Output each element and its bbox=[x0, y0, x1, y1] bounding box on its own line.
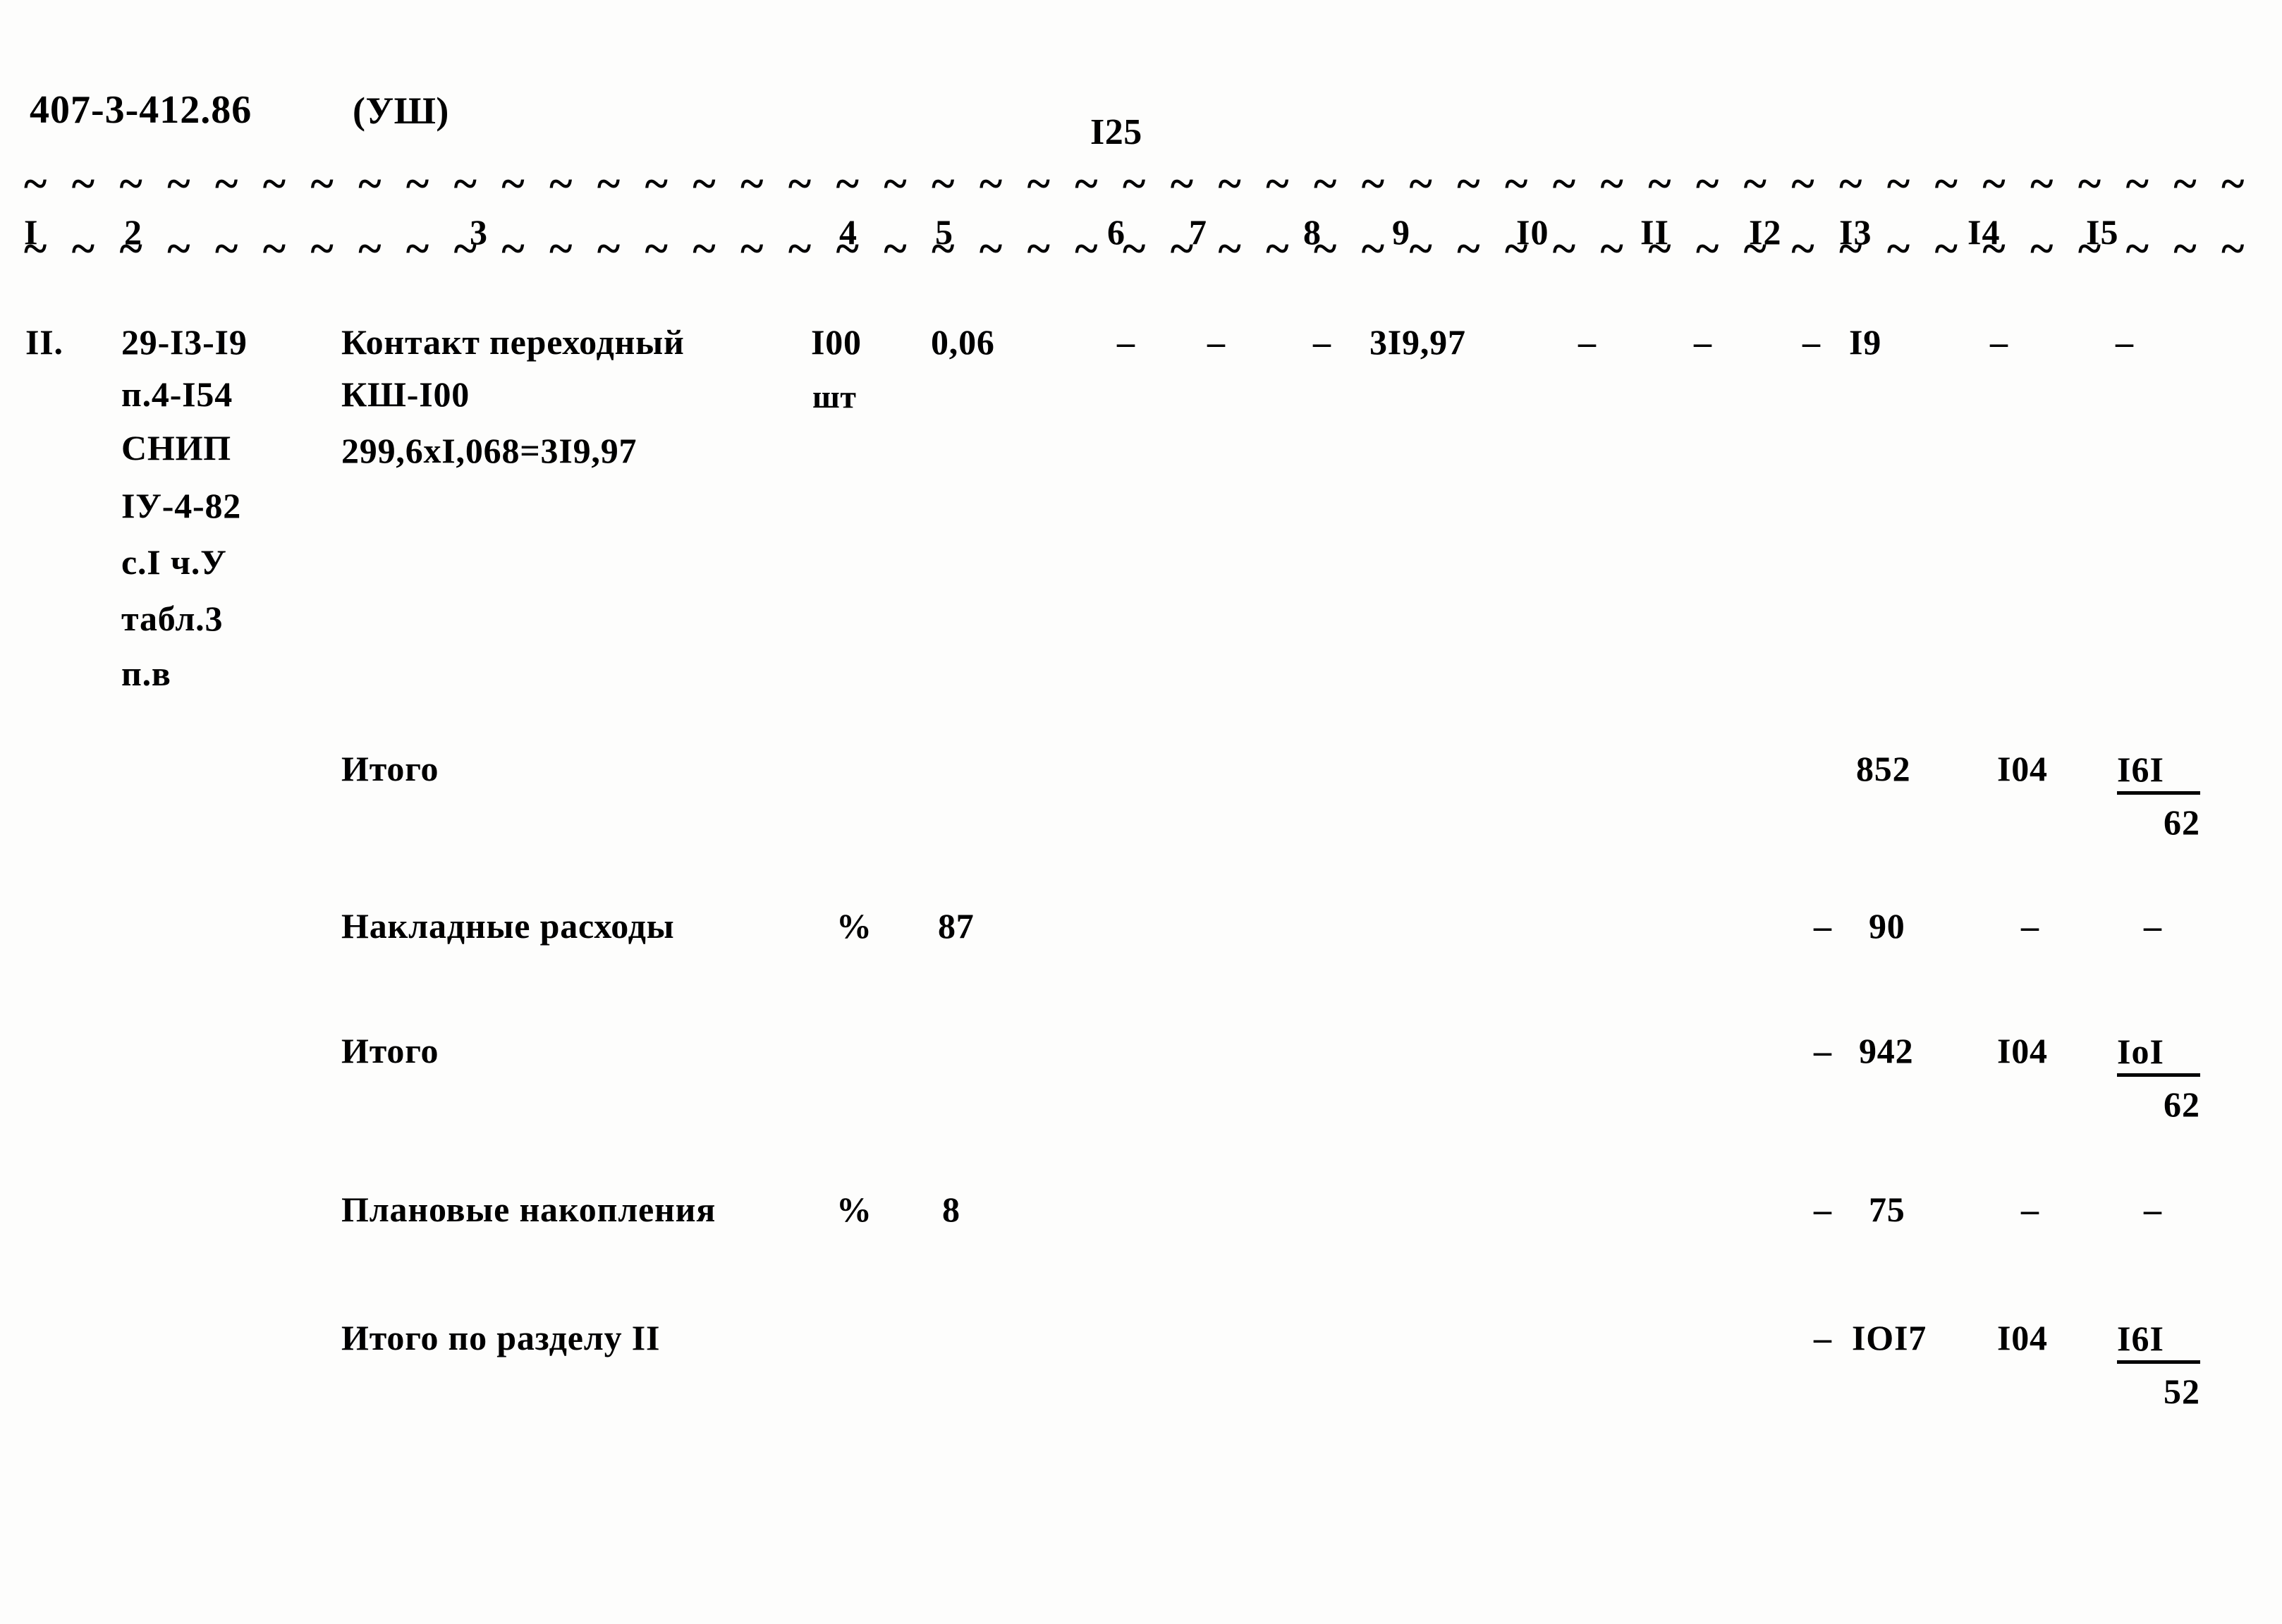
column-header-12: I2 bbox=[1749, 212, 1782, 252]
justification-line-3: СНИП bbox=[121, 428, 231, 468]
planned-savings-col13: 75 bbox=[1869, 1190, 1905, 1229]
total-1-label: Итого bbox=[341, 749, 439, 788]
total-1-col14: I04 bbox=[1997, 749, 2048, 788]
row1-col5: 0,06 bbox=[931, 322, 995, 362]
section-total-col15-numerator: I6I bbox=[2117, 1318, 2200, 1364]
section-total-col13: IOI7 bbox=[1852, 1318, 1927, 1357]
column-header-7: 7 bbox=[1189, 212, 1207, 252]
row1-col11: – bbox=[1694, 322, 1712, 362]
row1-col12: – bbox=[1802, 322, 1821, 362]
row1-col13: I9 bbox=[1849, 322, 1882, 362]
total-2-col12: – bbox=[1814, 1031, 1832, 1070]
overhead-col12: – bbox=[1814, 906, 1832, 946]
table-header-bottom-rule: ~ ~ ~ ~ ~ ~ ~ ~ ~ ~ ~ ~ ~ ~ ~ ~ ~ ~ ~ ~ … bbox=[24, 240, 2258, 258]
total-2-label: Итого bbox=[341, 1031, 439, 1070]
total-1-col15-denominator: 62 bbox=[2164, 802, 2200, 842]
overhead-label: Накладные расходы bbox=[341, 906, 675, 946]
row1-col14: – bbox=[1990, 322, 2008, 362]
total-1-col15-fraction: I6I 62 bbox=[2117, 749, 2200, 843]
planned-savings-unit: % bbox=[836, 1190, 872, 1229]
row1-col9: 3I9,97 bbox=[1369, 322, 1466, 362]
justification-line-2: п.4-I54 bbox=[121, 374, 233, 414]
justification-line-4: IУ-4-82 bbox=[121, 486, 242, 525]
column-header-8: 8 bbox=[1303, 212, 1322, 252]
justification-line-7: п.в bbox=[121, 654, 171, 693]
row1-col6: – bbox=[1117, 322, 1135, 362]
planned-savings-rate: 8 bbox=[942, 1190, 960, 1229]
total-2-col15-numerator: IоI bbox=[2117, 1031, 2200, 1077]
column-header-14: I4 bbox=[1967, 212, 2001, 252]
row-section-number: II. bbox=[25, 322, 63, 362]
overhead-col14: – bbox=[2021, 906, 2039, 946]
quantity-value: I00 bbox=[811, 322, 862, 362]
planned-savings-col14: – bbox=[2021, 1190, 2039, 1229]
section-total-col15-fraction: I6I 52 bbox=[2117, 1318, 2200, 1412]
overhead-col13: 90 bbox=[1869, 906, 1905, 946]
description-line-2: КШ-I00 bbox=[341, 374, 470, 414]
column-header-5: 5 bbox=[935, 212, 953, 252]
planned-savings-col15: – bbox=[2144, 1190, 2162, 1229]
column-header-2: 2 bbox=[124, 212, 142, 252]
column-header-3: 3 bbox=[470, 212, 488, 252]
justification-line-6: табл.3 bbox=[121, 599, 224, 638]
section-total-col15-denominator: 52 bbox=[2164, 1372, 2200, 1411]
total-1-col15-numerator: I6I bbox=[2117, 749, 2200, 795]
total-2-col15-denominator: 62 bbox=[2164, 1085, 2200, 1124]
total-2-col14: I04 bbox=[1997, 1031, 2048, 1070]
document-volume: (УШ) bbox=[353, 90, 449, 132]
row1-col8: – bbox=[1313, 322, 1331, 362]
total-2-col15-fraction: IоI 62 bbox=[2117, 1031, 2200, 1125]
row1-col7: – bbox=[1207, 322, 1226, 362]
justification-line-5: с.I ч.У bbox=[121, 542, 227, 582]
row1-col15: – bbox=[2116, 322, 2134, 362]
row1-col10: – bbox=[1578, 322, 1597, 362]
overhead-col15: – bbox=[2144, 906, 2162, 946]
planned-savings-label: Плановые накопления bbox=[341, 1190, 716, 1229]
document-page: 407-3-412.86 (УШ) I25 ~ ~ ~ ~ ~ ~ ~ ~ ~ … bbox=[0, 0, 2282, 1624]
section-total-col14: I04 bbox=[1997, 1318, 2048, 1357]
column-header-10: I0 bbox=[1516, 212, 1549, 252]
column-header-6: 6 bbox=[1107, 212, 1125, 252]
total-2-col13: 942 bbox=[1859, 1031, 1914, 1070]
total-1-col12: 852 bbox=[1856, 749, 1911, 788]
column-header-4: 4 bbox=[839, 212, 858, 252]
column-header-9: 9 bbox=[1392, 212, 1410, 252]
section-total-label: Итого по разделу II bbox=[341, 1318, 661, 1357]
table-top-rule: ~ ~ ~ ~ ~ ~ ~ ~ ~ ~ ~ ~ ~ ~ ~ ~ ~ ~ ~ ~ … bbox=[24, 175, 2258, 193]
justification-line-1: 29-I3-I9 bbox=[121, 322, 248, 362]
section-total-col12: – bbox=[1814, 1318, 1832, 1357]
description-line-1: Контакт переходный bbox=[341, 322, 685, 362]
column-header-1: I bbox=[24, 212, 39, 252]
planned-savings-col12: – bbox=[1814, 1190, 1832, 1229]
overhead-unit: % bbox=[836, 906, 872, 946]
overhead-rate: 87 bbox=[938, 906, 975, 946]
page-number: I25 bbox=[1090, 112, 1142, 152]
description-line-3: 299,6xI,068=3I9,97 bbox=[341, 431, 637, 470]
column-header-15: I5 bbox=[2086, 212, 2119, 252]
column-header-13: I3 bbox=[1839, 212, 1872, 252]
quantity-unit: шт bbox=[812, 379, 857, 415]
column-header-11: II bbox=[1640, 212, 1669, 252]
document-code: 407-3-412.86 bbox=[30, 88, 252, 132]
